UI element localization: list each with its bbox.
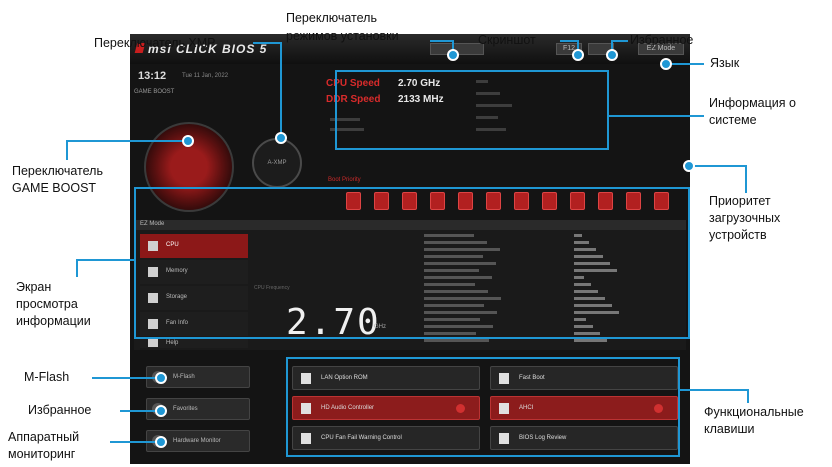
callout-info-screen-3: информации [16,314,91,328]
callout-dot [275,132,287,144]
boot-priority-label: Boot Priority [328,177,361,183]
callout-dot [182,135,194,147]
callout-system-info-1: Информация о [709,96,796,110]
callout-line [745,165,747,193]
xmp-dial[interactable]: A-XMP [252,138,302,188]
callout-install-mode-2: режимов установки [286,29,399,43]
callout-function-keys-1: Функциональные [704,405,804,419]
callout-dot [660,58,672,70]
callout-system-info-2: системе [709,113,757,127]
callout-line [560,40,578,42]
callout-screenshot: Скриншот [478,33,536,47]
callout-line [612,40,628,42]
callout-favorites-top: Избранное [630,33,694,47]
detail-row-value [574,339,607,342]
callout-dot [155,405,167,417]
callout-line [76,259,134,261]
function-keys-frame [286,357,680,457]
callout-hw-monitor-2: мониторинг [8,447,76,461]
detail-row-name [424,339,489,342]
callout-dot [572,49,584,61]
info-screen-frame [134,187,690,339]
callout-boot-priority-2: загрузочных [709,211,781,225]
callout-dot [155,436,167,448]
side-button-label: Hardware Monitor [173,438,221,444]
game-boost-label: GAME BOOST [134,89,175,95]
callout-boot-priority-3: устройств [709,228,767,242]
callout-line [76,259,78,277]
menu-item-label: Help [166,340,179,346]
callout-line [66,140,68,160]
callout-mflash: M-Flash [24,370,70,384]
callout-info-screen-2: просмотра [16,297,78,311]
callout-install-mode-1: Переключатель [286,11,377,25]
callout-line [280,42,282,138]
callout-line [120,410,160,412]
help-icon [148,339,158,347]
callout-dot [447,49,459,61]
callout-game-boost-2: GAME BOOST [12,181,97,195]
callout-dot [155,372,167,384]
clock-date: Tue 11 Jan, 2022 [182,73,229,79]
clock: 13:12 [138,70,167,82]
callout-dot [683,160,695,172]
side-button-label: Favorites [173,406,198,412]
callout-line [609,115,704,117]
callout-line [110,441,160,443]
callout-line [66,140,186,142]
callout-info-screen-1: Экран [16,280,52,294]
callout-language: Язык [710,56,740,70]
callout-line [680,389,748,391]
callout-line [688,165,746,167]
callout-line [430,40,454,42]
callout-function-keys-2: клавиши [704,422,755,436]
callout-line [92,377,160,379]
callout-line [747,389,749,403]
callout-xmp-switch: Переключатель XMP [94,36,216,50]
system-info-frame [335,70,609,150]
menu-item-help[interactable]: Help [140,338,248,348]
callout-favorites-bottom: Избранное [28,403,92,417]
callout-hw-monitor-1: Аппаратный [8,430,80,444]
side-button-label: M-Flash [173,374,195,380]
callout-game-boost-1: Переключатель [12,164,103,178]
callout-boot-priority-1: Приоритет [709,194,771,208]
callout-dot [606,49,618,61]
callout-line [253,42,281,44]
